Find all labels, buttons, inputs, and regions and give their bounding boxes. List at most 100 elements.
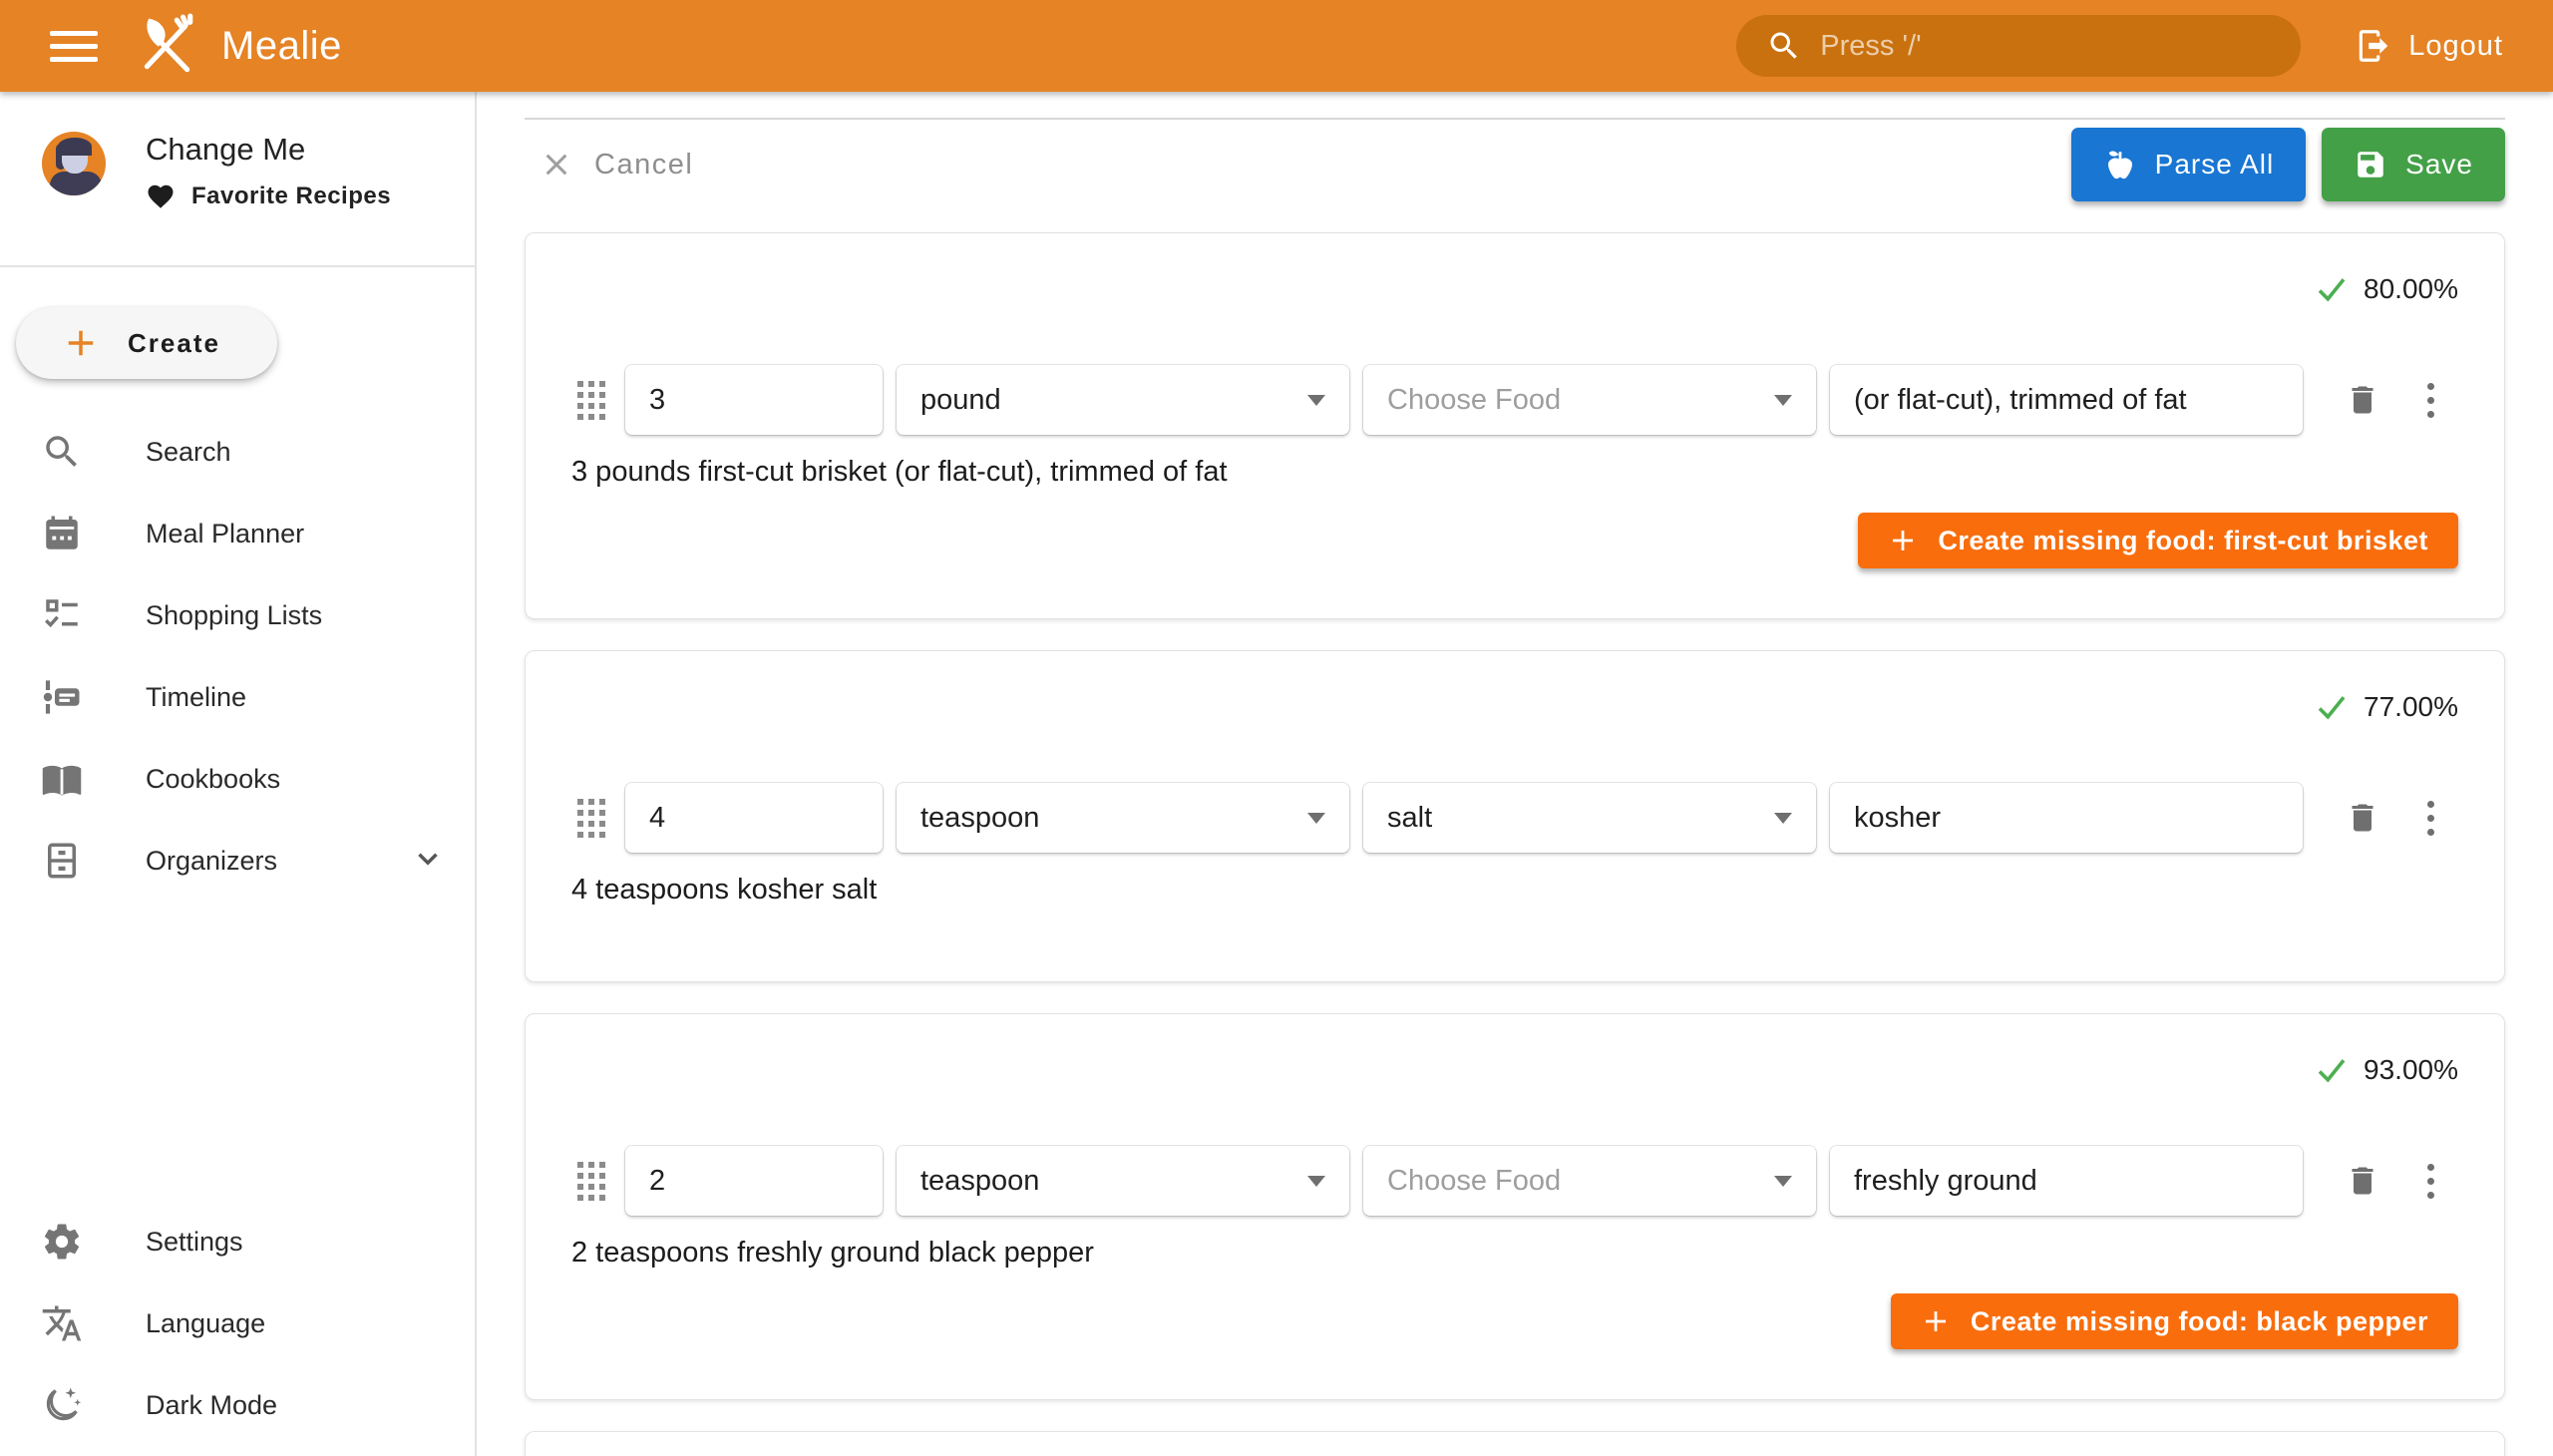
- ingredient-card: 80.00% pound Choose Food 3 pounds fi: [525, 232, 2505, 619]
- dots-vertical-icon: [2427, 383, 2434, 418]
- parse-all-button[interactable]: Parse All: [2071, 128, 2307, 201]
- check-icon: [2314, 271, 2350, 307]
- trash-icon: [2345, 1163, 2380, 1199]
- create-missing-food-button[interactable]: Create missing food: black pepper: [1891, 1293, 2458, 1349]
- timeline-icon: [40, 675, 84, 719]
- delete-ingredient-button[interactable]: [2341, 1155, 2384, 1207]
- sidebar-item-timeline[interactable]: Timeline: [0, 656, 475, 738]
- cabinet-icon: [40, 839, 84, 883]
- gear-icon: [40, 1220, 84, 1264]
- plus-icon: [60, 322, 102, 364]
- check-icon: [2314, 689, 2350, 725]
- parse-all-label: Parse All: [2155, 149, 2275, 181]
- calendar-icon: [40, 512, 84, 555]
- original-ingredient-text: 4 teaspoons kosher salt: [571, 871, 2458, 909]
- ingredient-fields-row: pound Choose Food: [571, 365, 2458, 435]
- cancel-button[interactable]: Cancel: [525, 133, 709, 196]
- sidebar-item-meal-planner[interactable]: Meal Planner: [0, 493, 475, 574]
- unit-select[interactable]: teaspoon: [897, 783, 1349, 853]
- unit-select-value: teaspoon: [920, 1165, 1039, 1198]
- drag-handle-icon[interactable]: [571, 374, 611, 426]
- quantity-input[interactable]: [625, 365, 883, 435]
- ingredient-card: 93.00% teaspoon Choose Food 2 teaspo: [525, 1013, 2505, 1400]
- dropdown-arrow-icon: [1307, 813, 1325, 824]
- sidebar-item-label: Dark Mode: [146, 1390, 277, 1421]
- note-input[interactable]: [1830, 783, 2303, 853]
- search-input[interactable]: [1820, 30, 2277, 63]
- sidebar-item-label: Cookbooks: [146, 764, 280, 795]
- food-select[interactable]: Choose Food: [1363, 365, 1816, 435]
- sidebar: Change Me Favorite Recipes Create: [0, 92, 477, 1456]
- food-select-value: salt: [1387, 802, 1432, 835]
- delete-ingredient-button[interactable]: [2341, 792, 2384, 844]
- sidebar-item-settings[interactable]: Settings: [0, 1201, 475, 1282]
- logout-icon: [2355, 27, 2392, 65]
- unit-select[interactable]: pound: [897, 365, 1349, 435]
- dropdown-arrow-icon: [1774, 813, 1792, 824]
- save-button[interactable]: Save: [2322, 128, 2505, 201]
- missing-food-row: Create missing food: first-cut brisket: [571, 513, 2458, 568]
- avatar[interactable]: [42, 132, 106, 195]
- app-header: Mealie Logout: [0, 0, 2553, 92]
- food-select[interactable]: salt: [1363, 783, 1816, 853]
- sidebar-item-language[interactable]: Language: [0, 1282, 475, 1364]
- create-missing-food-label: Create missing food: first-cut brisket: [1938, 526, 2428, 556]
- ingredient-menu-button[interactable]: [2398, 1155, 2442, 1207]
- create-button[interactable]: Create: [16, 307, 277, 379]
- confidence-row: 93.00%: [571, 1050, 2458, 1090]
- food-select[interactable]: Choose Food: [1363, 1146, 1816, 1216]
- original-ingredient-text: 3 pounds first-cut brisket (or flat-cut)…: [571, 453, 2458, 491]
- create-label: Create: [128, 328, 220, 359]
- confidence-row: 77.00%: [571, 687, 2458, 727]
- search-icon: [1766, 28, 1802, 64]
- sidebar-item-search[interactable]: Search: [0, 411, 475, 493]
- close-icon: [541, 149, 572, 181]
- quantity-input[interactable]: [625, 1146, 883, 1216]
- confidence-value: 80.00%: [2364, 273, 2458, 305]
- food-apple-icon: [2103, 148, 2137, 182]
- sidebar-item-dark-mode[interactable]: Dark Mode: [0, 1364, 475, 1446]
- dots-vertical-icon: [2427, 1164, 2434, 1199]
- quantity-input[interactable]: [625, 783, 883, 853]
- delete-ingredient-button[interactable]: [2341, 374, 2384, 426]
- next-card-sliver: [525, 1431, 2505, 1456]
- main-content: Cancel Parse All Save 80.00% p: [477, 92, 2553, 1456]
- trash-icon: [2345, 800, 2380, 836]
- sidebar-item-label: Meal Planner: [146, 519, 304, 549]
- sidebar-item-shopping-lists[interactable]: Shopping Lists: [0, 574, 475, 656]
- check-icon: [2314, 1052, 2350, 1088]
- logout-button[interactable]: Logout: [2341, 10, 2517, 82]
- unit-select-value: pound: [920, 384, 1001, 417]
- dropdown-arrow-icon: [1774, 1176, 1792, 1187]
- search-bar[interactable]: [1736, 15, 2301, 77]
- menu-icon[interactable]: [42, 14, 106, 78]
- cancel-label: Cancel: [594, 149, 693, 182]
- note-input[interactable]: [1830, 365, 2303, 435]
- translate-icon: [40, 1301, 84, 1345]
- ingredient-cards: 80.00% pound Choose Food 3 pounds fi: [525, 232, 2505, 1456]
- favorite-recipes-link[interactable]: Favorite Recipes: [146, 182, 391, 211]
- parser-toolbar: Cancel Parse All Save: [525, 128, 2505, 201]
- ingredient-menu-button[interactable]: [2398, 374, 2442, 426]
- save-label: Save: [2405, 149, 2473, 181]
- drag-handle-icon[interactable]: [571, 792, 611, 844]
- sidebar-item-organizers[interactable]: Organizers: [0, 820, 475, 902]
- logout-label: Logout: [2408, 30, 2503, 63]
- user-block[interactable]: Change Me Favorite Recipes: [0, 92, 475, 237]
- note-input[interactable]: [1830, 1146, 2303, 1216]
- create-missing-food-label: Create missing food: black pepper: [1971, 1306, 2428, 1337]
- plus-icon: [1921, 1306, 1951, 1336]
- confidence-row: 80.00%: [571, 269, 2458, 309]
- create-missing-food-button[interactable]: Create missing food: first-cut brisket: [1858, 513, 2458, 568]
- ingredient-menu-button[interactable]: [2398, 792, 2442, 844]
- drag-handle-icon[interactable]: [571, 1155, 611, 1207]
- food-select-value: Choose Food: [1387, 1165, 1561, 1198]
- sidebar-item-cookbooks[interactable]: Cookbooks: [0, 738, 475, 820]
- content-divider: [525, 118, 2505, 120]
- dropdown-arrow-icon: [1774, 395, 1792, 406]
- unit-select[interactable]: teaspoon: [897, 1146, 1349, 1216]
- trash-icon: [2345, 382, 2380, 418]
- moon-icon: [40, 1383, 84, 1427]
- sidebar-bottom-nav: Settings Language Dark Mode: [0, 1201, 475, 1456]
- original-ingredient-text: 2 teaspoons freshly ground black pepper: [571, 1234, 2458, 1272]
